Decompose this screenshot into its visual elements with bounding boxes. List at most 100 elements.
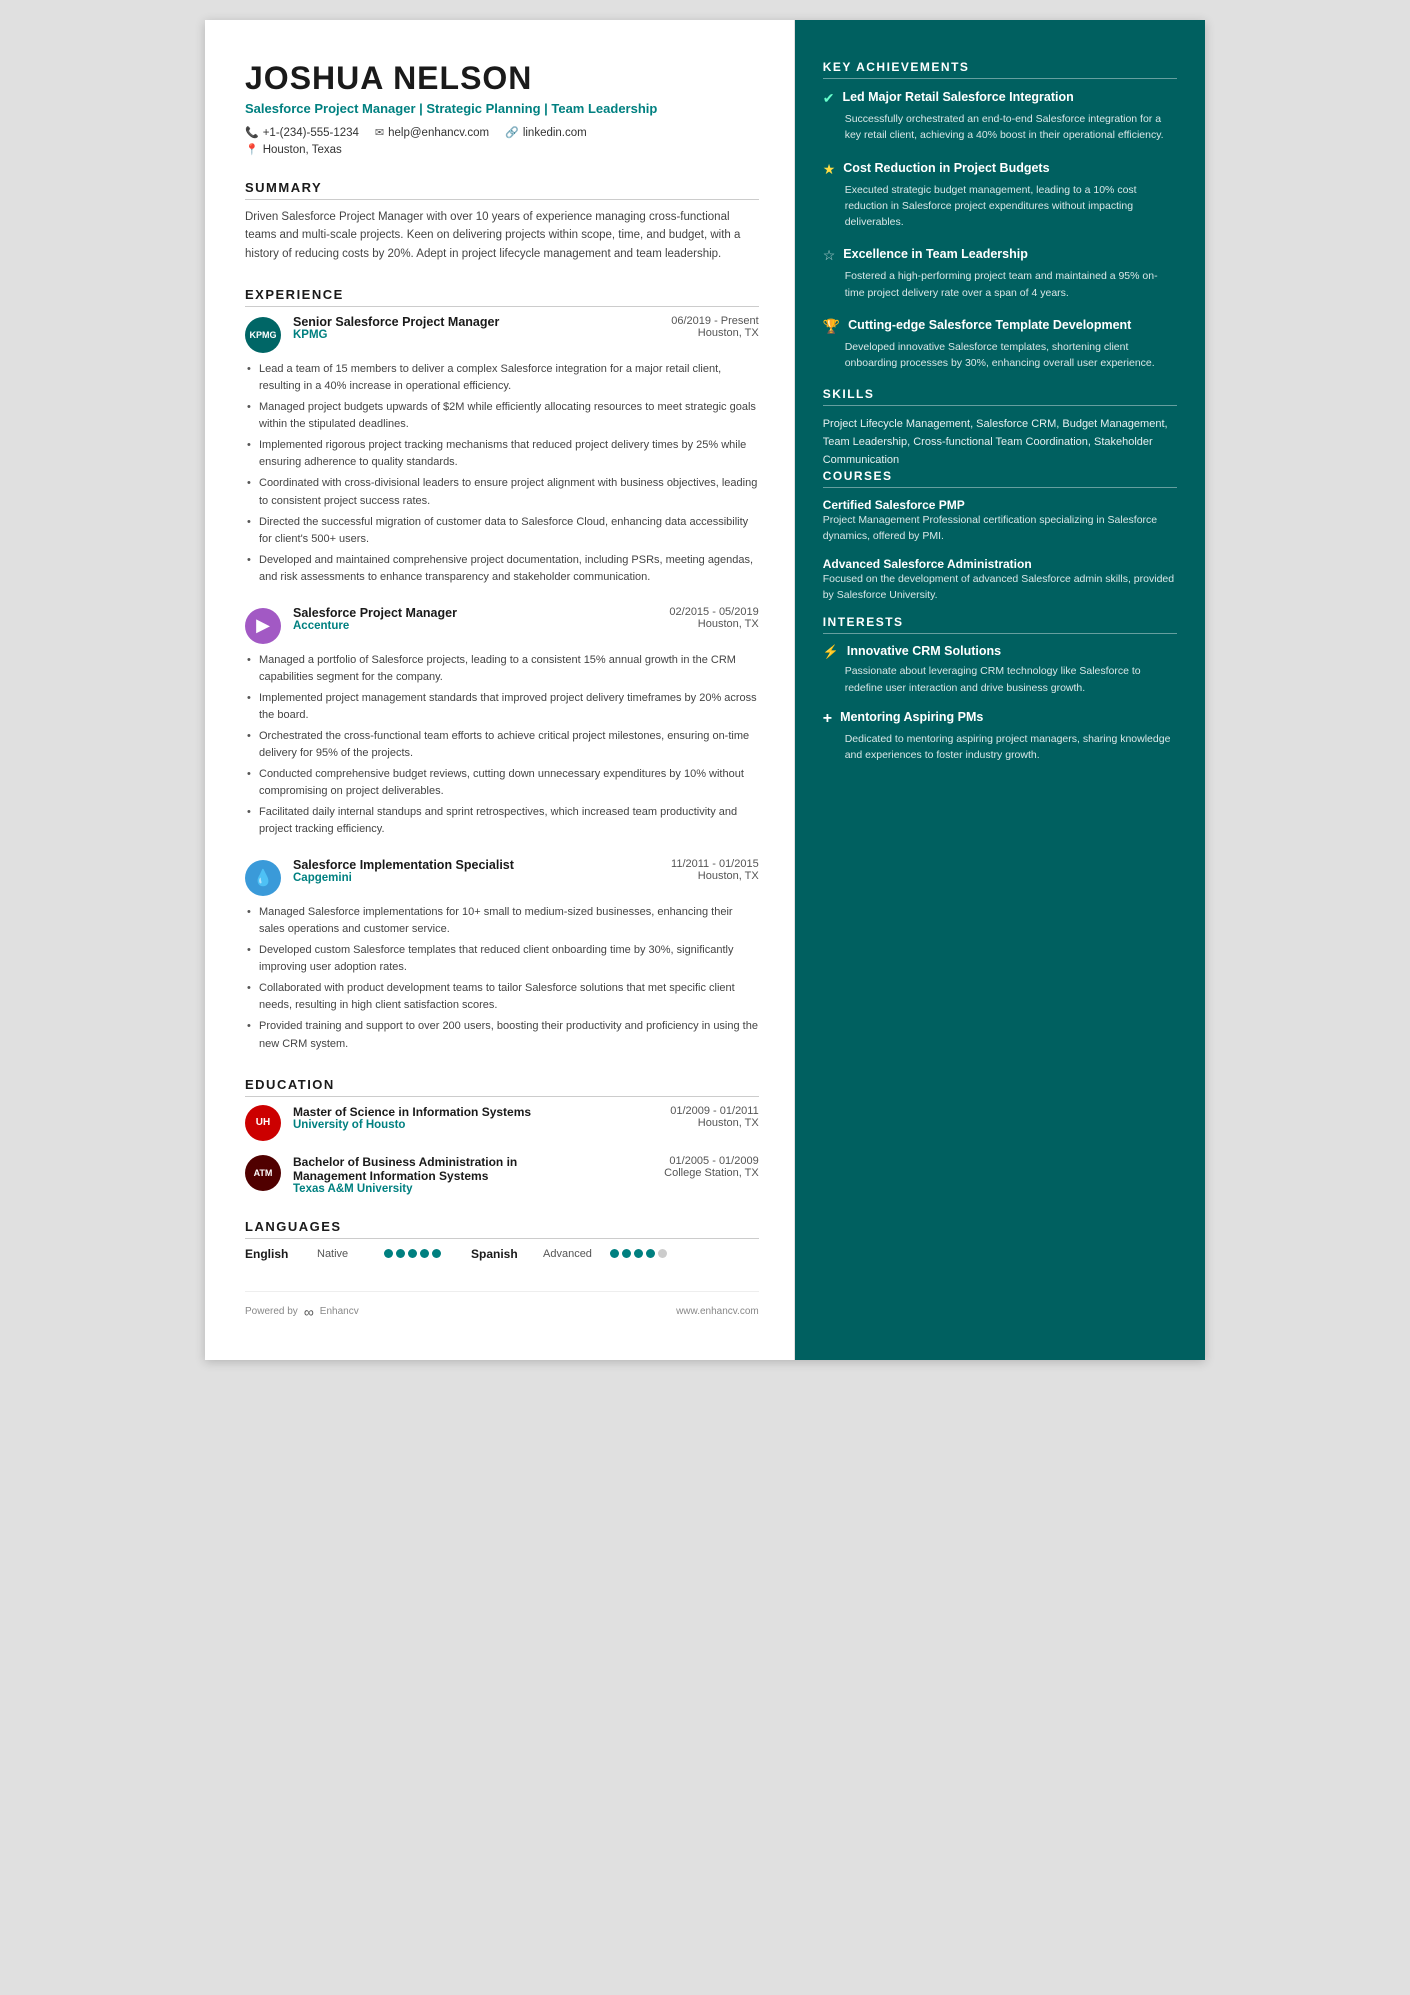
- exp-bullets-kpmg: Lead a team of 15 members to deliver a c…: [245, 361, 759, 586]
- course-desc-0: Project Management Professional certific…: [823, 512, 1177, 545]
- achievement-desc-3: Developed innovative Salesforce template…: [845, 339, 1177, 372]
- star-empty-icon: ☆: [823, 247, 836, 264]
- interest-title-1: Mentoring Aspiring PMs: [840, 710, 983, 724]
- languages-title: LANGUAGES: [245, 1219, 759, 1239]
- exp-company-kpmg: KPMG: [293, 329, 499, 341]
- edu-item-uh: UH Master of Science in Information Syst…: [245, 1105, 759, 1141]
- course-title-0: Certified Salesforce PMP: [823, 498, 1177, 512]
- education-title: EDUCATION: [245, 1077, 759, 1097]
- key-achievements-title: KEY ACHIEVEMENTS: [823, 60, 1177, 79]
- lang-item-spanish: Spanish Advanced: [471, 1247, 667, 1261]
- footer-left: Powered by ∞ Enhancv: [245, 1304, 359, 1320]
- phone-item: 📞 +1-(234)-555-1234: [245, 126, 359, 139]
- linkedin-url: linkedin.com: [523, 127, 587, 139]
- resume-container: JOSHUA NELSON Salesforce Project Manager…: [205, 20, 1205, 1360]
- edu-date-tamu: 01/2005 - 01/2009: [664, 1155, 759, 1167]
- edu-left-tamu: Bachelor of Business Administration in M…: [293, 1155, 573, 1195]
- exp-title-row-capgemini: Salesforce Implementation Specialist Cap…: [293, 858, 759, 884]
- courses-title: COURSES: [823, 469, 1177, 488]
- exp-job-title-accenture: Salesforce Project Manager: [293, 606, 457, 620]
- languages-row: English Native Spanish Advanced: [245, 1247, 759, 1261]
- exp-date-accenture: 02/2015 - 05/2019: [669, 606, 758, 618]
- interests-section: INTERESTS ⚡ Innovative CRM Solutions Pas…: [823, 615, 1177, 763]
- tamu-logo: ATM: [245, 1155, 281, 1191]
- achievement-title-3: Cutting-edge Salesforce Template Develop…: [848, 317, 1131, 335]
- summary-title: SUMMARY: [245, 180, 759, 200]
- star-filled-icon: ★: [823, 161, 836, 178]
- interest-desc-0: Passionate about leveraging CRM technolo…: [845, 663, 1177, 696]
- location-row: 📍 Houston, Texas: [245, 143, 759, 156]
- exp-bullet: Developed custom Salesforce templates th…: [245, 942, 759, 976]
- summary-section: SUMMARY Driven Salesforce Project Manage…: [245, 180, 759, 263]
- exp-bullet: Orchestrated the cross-functional team e…: [245, 728, 759, 762]
- kpmg-logo: KPMG: [245, 317, 281, 353]
- edu-school-uh: University of Housto: [293, 1119, 531, 1131]
- lang-item-english: English Native: [245, 1247, 441, 1261]
- exp-bullet: Conducted comprehensive budget reviews, …: [245, 766, 759, 800]
- interest-header-0: ⚡ Innovative CRM Solutions: [823, 644, 1177, 660]
- email-address: help@enhancv.com: [388, 127, 489, 139]
- capgemini-logo: 💧: [245, 860, 281, 896]
- resume-header: JOSHUA NELSON Salesforce Project Manager…: [245, 60, 759, 156]
- dot: [610, 1249, 619, 1258]
- exp-bullet: Implemented project management standards…: [245, 690, 759, 724]
- exp-company-capgemini: Capgemini: [293, 872, 514, 884]
- exp-bullet: Coordinated with cross-divisional leader…: [245, 475, 759, 509]
- email-item: ✉ help@enhancv.com: [375, 126, 489, 139]
- achievement-item-0: ✔ Led Major Retail Salesforce Integratio…: [823, 89, 1177, 144]
- skills-section: SKILLS Project Lifecycle Management, Sal…: [823, 387, 1177, 469]
- dot: [646, 1249, 655, 1258]
- exp-bullets-capgemini: Managed Salesforce implementations for 1…: [245, 904, 759, 1052]
- contact-info: 📞 +1-(234)-555-1234 ✉ help@enhancv.com 🔗…: [245, 126, 759, 139]
- exp-date-location-capgemini: 11/2011 - 01/2015 Houston, TX: [671, 858, 759, 882]
- resume-footer: Powered by ∞ Enhancv www.enhancv.com: [245, 1291, 759, 1320]
- footer-website: www.enhancv.com: [676, 1306, 759, 1317]
- powered-by-text: Powered by: [245, 1306, 298, 1317]
- exp-header-capgemini: 💧 Salesforce Implementation Specialist C…: [245, 858, 759, 896]
- edu-right-uh: 01/2009 - 01/2011 Houston, TX: [670, 1105, 758, 1129]
- course-item-1: Advanced Salesforce Administration Focus…: [823, 557, 1177, 604]
- uh-logo: UH: [245, 1105, 281, 1141]
- edu-left-uh: Master of Science in Information Systems…: [293, 1105, 531, 1131]
- course-desc-1: Focused on the development of advanced S…: [823, 571, 1177, 604]
- edu-school-tamu: Texas A&M University: [293, 1183, 573, 1195]
- courses-section: COURSES Certified Salesforce PMP Project…: [823, 469, 1177, 603]
- achievement-desc-2: Fostered a high-performing project team …: [845, 268, 1177, 301]
- edu-item-tamu: ATM Bachelor of Business Administration …: [245, 1155, 759, 1195]
- exp-title-left-capgemini: Salesforce Implementation Specialist Cap…: [293, 858, 514, 884]
- trophy-icon: 🏆: [823, 318, 840, 335]
- experience-title: EXPERIENCE: [245, 287, 759, 307]
- exp-item-accenture: ▶ Salesforce Project Manager Accenture 0…: [245, 606, 759, 838]
- course-title-1: Advanced Salesforce Administration: [823, 557, 1177, 571]
- lightning-icon: ⚡: [823, 644, 839, 660]
- dot: [408, 1249, 417, 1258]
- edu-location-tamu: College Station, TX: [664, 1167, 759, 1179]
- dot: [420, 1249, 429, 1258]
- exp-bullet: Managed project budgets upwards of $2M w…: [245, 399, 759, 433]
- exp-bullet: Managed Salesforce implementations for 1…: [245, 904, 759, 938]
- lang-dots-spanish: [610, 1249, 667, 1258]
- achievement-header-3: 🏆 Cutting-edge Salesforce Template Devel…: [823, 317, 1177, 335]
- edu-date-uh: 01/2009 - 01/2011: [670, 1105, 758, 1117]
- edu-content-tamu: Bachelor of Business Administration in M…: [293, 1155, 759, 1195]
- lang-name-english: English: [245, 1247, 305, 1261]
- brand-name: Enhancv: [320, 1306, 359, 1317]
- exp-bullet: Lead a team of 15 members to deliver a c…: [245, 361, 759, 395]
- candidate-name: JOSHUA NELSON: [245, 60, 759, 97]
- exp-job-title-kpmg: Senior Salesforce Project Manager: [293, 315, 499, 329]
- exp-item-capgemini: 💧 Salesforce Implementation Specialist C…: [245, 858, 759, 1052]
- lang-name-spanish: Spanish: [471, 1247, 531, 1261]
- linkedin-item: 🔗 linkedin.com: [505, 126, 587, 139]
- achievement-item-2: ☆ Excellence in Team Leadership Fostered…: [823, 246, 1177, 301]
- location-text: Houston, Texas: [263, 144, 342, 156]
- checkmark-icon: ✔: [823, 90, 835, 107]
- course-item-0: Certified Salesforce PMP Project Managem…: [823, 498, 1177, 545]
- key-achievements-section: KEY ACHIEVEMENTS ✔ Led Major Retail Sale…: [823, 60, 1177, 371]
- interest-item-0: ⚡ Innovative CRM Solutions Passionate ab…: [823, 644, 1177, 696]
- left-column: JOSHUA NELSON Salesforce Project Manager…: [205, 20, 795, 1360]
- dot: [658, 1249, 667, 1258]
- exp-date-capgemini: 11/2011 - 01/2015: [671, 858, 759, 870]
- achievement-header-2: ☆ Excellence in Team Leadership: [823, 246, 1177, 264]
- edu-right-tamu: 01/2005 - 01/2009 College Station, TX: [664, 1155, 759, 1179]
- achievement-title-1: Cost Reduction in Project Budgets: [843, 160, 1049, 178]
